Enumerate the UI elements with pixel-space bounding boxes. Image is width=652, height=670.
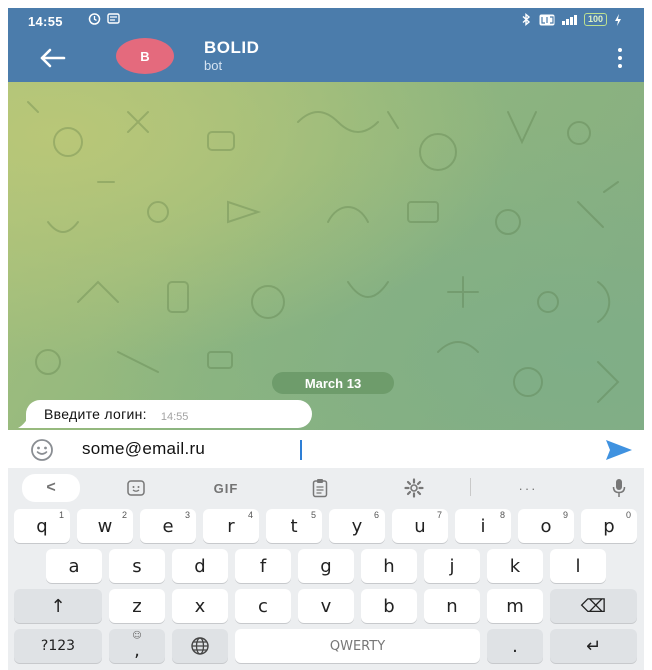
message-input[interactable] — [82, 436, 582, 462]
emoji-hint-icon: ☺ — [132, 631, 142, 641]
more-tools-button[interactable]: ··· — [500, 474, 556, 502]
key-v[interactable]: v — [298, 589, 354, 623]
avatar[interactable]: B — [116, 38, 174, 74]
signal-icon — [561, 14, 577, 25]
symbols-key[interactable]: ?123 — [14, 629, 102, 663]
clipboard-button[interactable] — [300, 474, 340, 502]
key-h[interactable]: h — [361, 549, 417, 583]
key-f[interactable]: f — [235, 549, 291, 583]
gif-button[interactable]: GIF — [204, 474, 248, 502]
key-c[interactable]: c — [235, 589, 291, 623]
battery-indicator: 100 — [583, 13, 607, 26]
key-b[interactable]: b — [361, 589, 417, 623]
chat-header: 14:55 100 B BOLID bot — [8, 8, 644, 82]
message-time: 14:55 — [160, 411, 189, 423]
more-options-icon[interactable] — [614, 46, 626, 70]
shift-key[interactable]: ↑ — [14, 589, 102, 623]
keyboard-toolbar: < GIF ··· — [8, 468, 644, 506]
message-bubble[interactable]: Введите логин: 14:55 — [26, 400, 312, 428]
collapse-toolbar-button[interactable]: < — [22, 474, 80, 502]
volte-icon — [539, 14, 555, 25]
sticker-icon — [127, 480, 145, 496]
text-caret — [300, 440, 302, 460]
key-a[interactable]: a — [46, 549, 102, 583]
bluetooth-icon — [522, 13, 531, 26]
status-time: 14:55 — [28, 14, 63, 29]
backspace-key[interactable]: ⌫ — [550, 589, 637, 623]
key-p[interactable]: p0 — [581, 509, 637, 543]
alarm-icon — [88, 13, 101, 25]
key-m[interactable]: m — [487, 589, 543, 623]
key-u[interactable]: u7 — [392, 509, 448, 543]
app-frame: 14:55 100 B BOLID bot March 13 Введите л… — [8, 8, 644, 670]
chat-subtitle: bot — [204, 58, 223, 73]
keyboard: < GIF ··· q1 w2 e3 r4 t5 y6 u7 i8 o9 p 0… — [8, 468, 644, 670]
key-x[interactable]: x — [172, 589, 228, 623]
key-e[interactable]: e3 — [140, 509, 196, 543]
avatar-letter: B — [140, 48, 150, 64]
key-q[interactable]: q1 — [14, 509, 70, 543]
gear-icon — [404, 478, 424, 498]
key-r[interactable]: r4 — [203, 509, 259, 543]
microphone-icon — [612, 479, 626, 497]
enter-key[interactable]: ↵ — [550, 629, 637, 663]
back-arrow-icon[interactable] — [36, 44, 70, 72]
key-t[interactable]: t5 — [266, 509, 322, 543]
key-i[interactable]: i8 — [455, 509, 511, 543]
space-key[interactable]: QWERTY — [235, 629, 480, 663]
key-w[interactable]: w2 — [77, 509, 133, 543]
key-n[interactable]: n — [424, 589, 480, 623]
chat-title[interactable]: BOLID — [204, 38, 259, 58]
chat-area[interactable]: March 13 Введите логин: 14:55 — [8, 82, 644, 430]
key-y[interactable]: y6 — [329, 509, 385, 543]
key-j[interactable]: j — [424, 549, 480, 583]
toolbar-divider — [470, 478, 471, 496]
notification-icon — [107, 13, 120, 24]
comma-key[interactable]: ☺ , — [109, 629, 165, 663]
sticker-button[interactable] — [116, 474, 156, 502]
key-k[interactable]: k — [487, 549, 543, 583]
language-key[interactable] — [172, 629, 228, 663]
emoji-icon[interactable] — [28, 436, 56, 464]
globe-icon — [191, 637, 209, 655]
message-input-bar — [8, 430, 644, 468]
key-l[interactable]: l — [550, 549, 606, 583]
period-key[interactable]: . — [487, 629, 543, 663]
voice-input-button[interactable] — [604, 474, 634, 502]
charging-icon — [615, 13, 621, 26]
key-o[interactable]: o9 — [518, 509, 574, 543]
message-text: Введите логин: — [44, 406, 147, 422]
key-z[interactable]: z — [109, 589, 165, 623]
date-separator: March 13 — [272, 372, 394, 394]
key-g[interactable]: g — [298, 549, 354, 583]
settings-button[interactable] — [392, 474, 436, 502]
clipboard-icon — [312, 479, 328, 498]
key-d[interactable]: d — [172, 549, 228, 583]
status-bar: 14:55 100 — [8, 8, 644, 34]
key-s[interactable]: s — [109, 549, 165, 583]
send-icon[interactable] — [604, 438, 634, 462]
